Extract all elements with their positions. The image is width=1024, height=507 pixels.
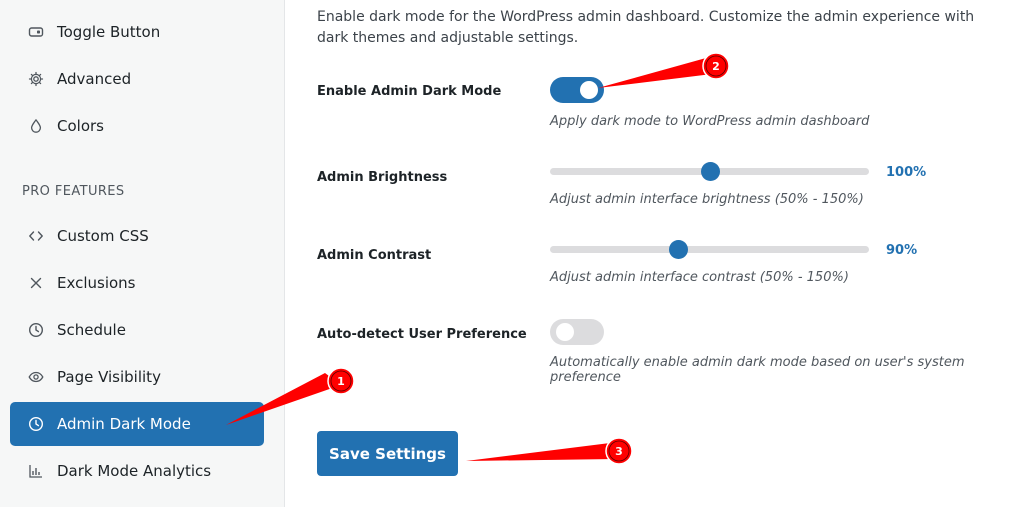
admin-contrast-value: 90% [886,243,918,258]
enable-admin-dark-mode-toggle[interactable] [550,77,604,103]
sidebar-item-toggle-button[interactable]: Toggle Button [10,10,264,54]
bar-chart-icon [28,463,44,479]
admin-brightness-slider[interactable] [550,162,869,181]
sidebar-item-label: Toggle Button [57,23,161,41]
sidebar: Toggle Button Advanced Colors PRO FEATUR… [0,0,285,507]
sidebar-item-exclusions[interactable]: Exclusions [10,261,264,305]
sidebar-item-label: Custom CSS [57,227,149,245]
settings-panel: Enable dark mode for the WordPress admin… [286,0,1024,507]
save-settings-button[interactable]: Save Settings [317,431,458,476]
auto-detect-preference-label: Auto-detect User Preference [317,327,527,342]
admin-contrast-label: Admin Contrast [317,248,432,263]
sidebar-item-advanced[interactable]: Advanced [10,57,264,101]
admin-contrast-help: Adjust admin interface contrast (50% - 1… [550,270,849,285]
code-icon [28,228,44,244]
toggle-knob [580,81,598,99]
x-icon [28,275,44,291]
sidebar-item-label: Dark Mode Analytics [57,462,212,480]
sidebar-item-label: Schedule [57,321,126,339]
enable-admin-dark-mode-label: Enable Admin Dark Mode [317,84,502,99]
sidebar-item-label: Colors [57,117,104,135]
eye-icon [28,369,44,385]
clock-icon [28,416,44,432]
clock-icon [28,322,44,338]
sidebar-item-colors[interactable]: Colors [10,104,264,148]
toggle-icon [28,24,44,40]
section-label-pro-features: PRO FEATURES [22,184,125,199]
sidebar-item-label: Page Visibility [57,368,161,386]
admin-brightness-value: 100% [886,165,927,180]
sidebar-item-dark-mode-analytics[interactable]: Dark Mode Analytics [10,449,264,493]
sidebar-item-page-visibility[interactable]: Page Visibility [10,355,264,399]
sidebar-item-custom-css[interactable]: Custom CSS [10,214,264,258]
slider-thumb[interactable] [668,240,688,259]
admin-contrast-slider[interactable] [550,240,869,259]
admin-brightness-help: Adjust admin interface brightness (50% -… [550,192,864,207]
sidebar-item-schedule[interactable]: Schedule [10,308,264,352]
enable-admin-dark-mode-help: Apply dark mode to WordPress admin dashb… [550,114,870,129]
sidebar-item-label: Exclusions [57,274,136,292]
auto-detect-preference-help: Automatically enable admin dark mode bas… [550,355,965,385]
section-description: Enable dark mode for the WordPress admin… [317,9,975,46]
sidebar-item-label: Admin Dark Mode [57,415,191,433]
toggle-knob [556,323,574,341]
auto-detect-preference-toggle[interactable] [550,319,604,345]
slider-thumb[interactable] [700,162,720,181]
sidebar-item-label: Advanced [57,70,132,88]
sidebar-item-admin-dark-mode[interactable]: Admin Dark Mode [10,402,264,446]
gear-icon [28,71,44,87]
droplet-icon [28,118,44,134]
admin-brightness-label: Admin Brightness [317,170,448,185]
